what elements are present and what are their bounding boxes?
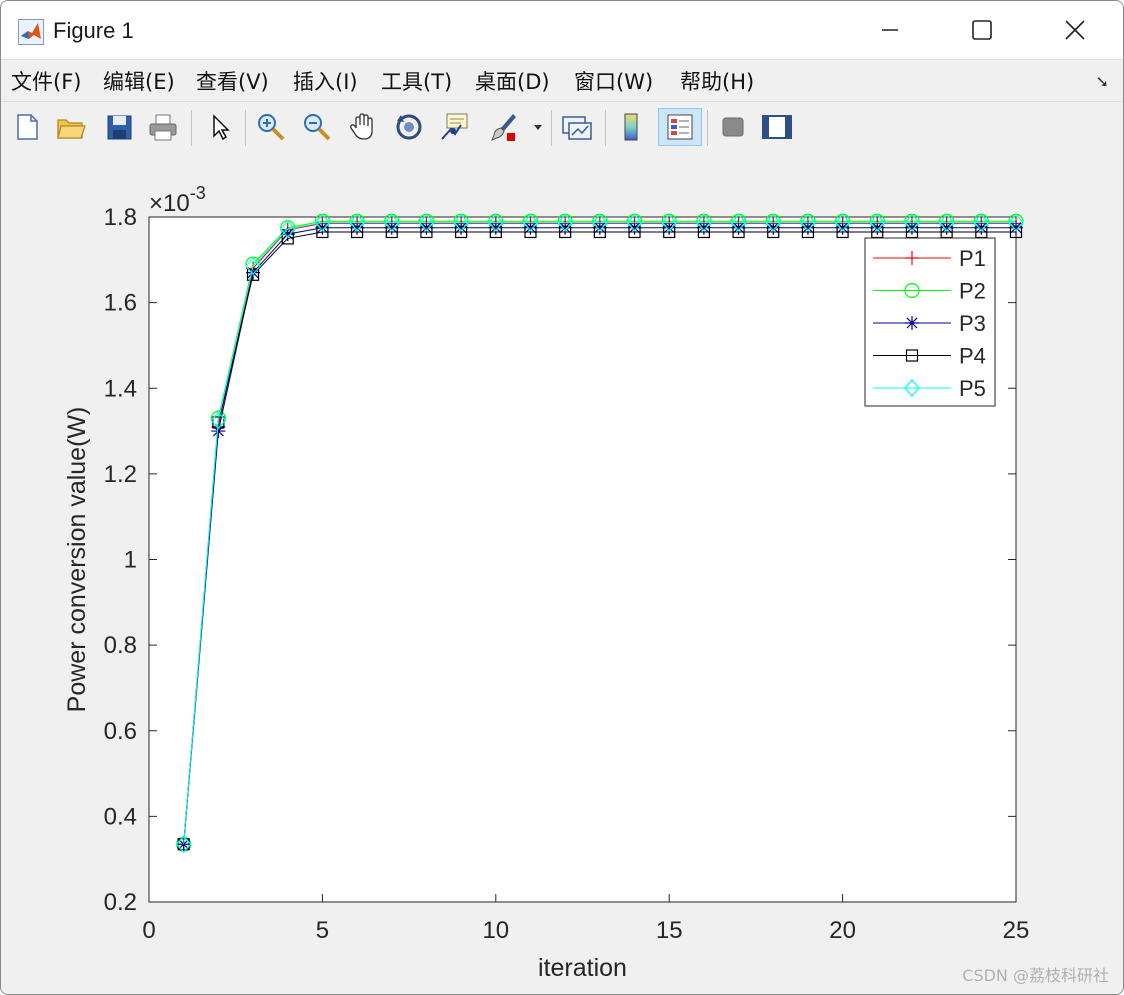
minimize-icon [882,29,898,31]
toolbar-separator [551,110,552,146]
y-tick-label: 1 [124,547,137,574]
print-button[interactable] [145,108,181,146]
y-tick-label: 1.4 [104,375,137,402]
y-tick-label: 0.8 [104,632,137,659]
print-icon [149,114,177,141]
watermark: CSDN @荔枝科研社 [962,966,1109,985]
open-file-icon [57,119,86,139]
toolbar-separator [191,110,192,146]
title-bar: Figure 1 [1,1,1123,59]
show-plot-tools-button[interactable] [759,108,795,146]
x-tick-label: 25 [1003,917,1030,944]
zoom-in-button[interactable] [253,108,289,146]
pointer-button[interactable] [201,108,237,146]
data-cursor-icon [441,113,468,140]
y-tick-label: 1.8 [104,204,137,231]
axis-exponent-power: -3 [190,183,206,203]
save-button[interactable] [101,108,137,146]
brush-button[interactable] [485,108,521,146]
close-icon [1065,20,1085,40]
figure-window: Figure 1 文件(F) 编辑(E) 查看(V) 插入(I) 工具(T) 桌… [0,0,1124,995]
menu-file[interactable]: 文件(F) [11,66,81,96]
y-tick-label: 0.6 [104,718,137,745]
x-tick-label: 0 [142,917,155,944]
x-tick-label: 15 [656,917,683,944]
rotate-icon [396,114,422,140]
toolbar-separator [707,110,708,146]
legend-button[interactable] [658,108,702,146]
link-plot-button[interactable] [559,108,595,146]
save-icon [107,115,132,140]
menu-desktop[interactable]: 桌面(D) [475,66,550,96]
y-tick-label: 0.2 [104,889,137,916]
toolbar-separator [245,110,246,146]
open-file-button[interactable] [53,108,89,146]
zoom-out-button[interactable] [299,108,335,146]
legend-label: P4 [959,344,986,369]
legend-label: P1 [959,246,986,271]
y-axis-label: Power conversion value(W) [63,407,91,713]
legend-icon [667,114,693,140]
x-tick-label: 20 [829,917,856,944]
pan-icon [350,113,373,140]
dock-arrow-icon[interactable]: ➘ [1096,72,1109,91]
new-figure-button[interactable] [9,108,45,146]
legend-star-marker [905,316,919,330]
window-title: Figure 1 [53,18,134,43]
y-tick-label: 1.6 [104,290,137,317]
menu-window[interactable]: 窗口(W) [574,66,653,96]
menu-bar: 文件(F) 编辑(E) 查看(V) 插入(I) 工具(T) 桌面(D) 窗口(W… [1,59,1123,102]
y-tick-label: 0.4 [104,803,137,830]
menu-view[interactable]: 查看(V) [196,66,269,96]
rotate-button[interactable] [391,108,427,146]
x-axis-label: iteration [538,954,627,982]
zoom-out-icon [304,114,331,141]
x-tick-label: 10 [482,917,509,944]
maximize-button[interactable] [959,7,1005,53]
show-plot-tools-icon [762,115,792,139]
minimize-button[interactable] [867,7,913,53]
legend: P1 P2 P3 P4 P5 [864,237,996,407]
y-tick-label: 1.2 [104,461,137,488]
colorbar-button[interactable] [613,108,649,146]
data-cursor-button[interactable] [437,108,473,146]
chevron-down-icon [534,125,542,130]
zoom-in-icon [258,114,285,141]
matlab-logo-icon [18,19,44,45]
colorbar-icon [624,113,638,141]
pan-button[interactable] [345,108,381,146]
brush-dropdown-button[interactable] [527,108,549,146]
legend-label: P3 [959,311,986,336]
menu-insert[interactable]: 插入(I) [293,66,358,96]
maximize-icon [972,20,992,40]
menu-edit[interactable]: 编辑(E) [103,66,175,96]
hide-plot-tools-button[interactable] [715,108,751,146]
close-button[interactable] [1052,7,1098,53]
figure-canvas: 0 5 10 15 20 25 0.2 0.4 0.6 0.8 1 1.2 1.4 1.6 1.8 ×10-3… [1,154,1123,994]
axis-exponent: ×10-3 [149,183,206,217]
pointer-icon [213,114,230,141]
menu-tools[interactable]: 工具(T) [381,66,452,96]
link-plot-icon [562,116,592,140]
legend-label: P2 [959,279,986,304]
toolbar-separator [605,110,606,146]
legend-label: P5 [959,376,986,401]
menu-help[interactable]: 帮助(H) [680,66,754,96]
line-chart: 0 5 10 15 20 25 0.2 0.4 0.6 0.8 1 1.2 1.4 1.6 1.8 ×10-3… [63,183,1030,982]
x-tick-label: 5 [316,917,329,944]
brush-icon [491,114,516,141]
hide-plot-tools-icon [722,117,744,137]
figure-toolbar [1,101,1123,155]
new-figure-icon [17,114,38,140]
